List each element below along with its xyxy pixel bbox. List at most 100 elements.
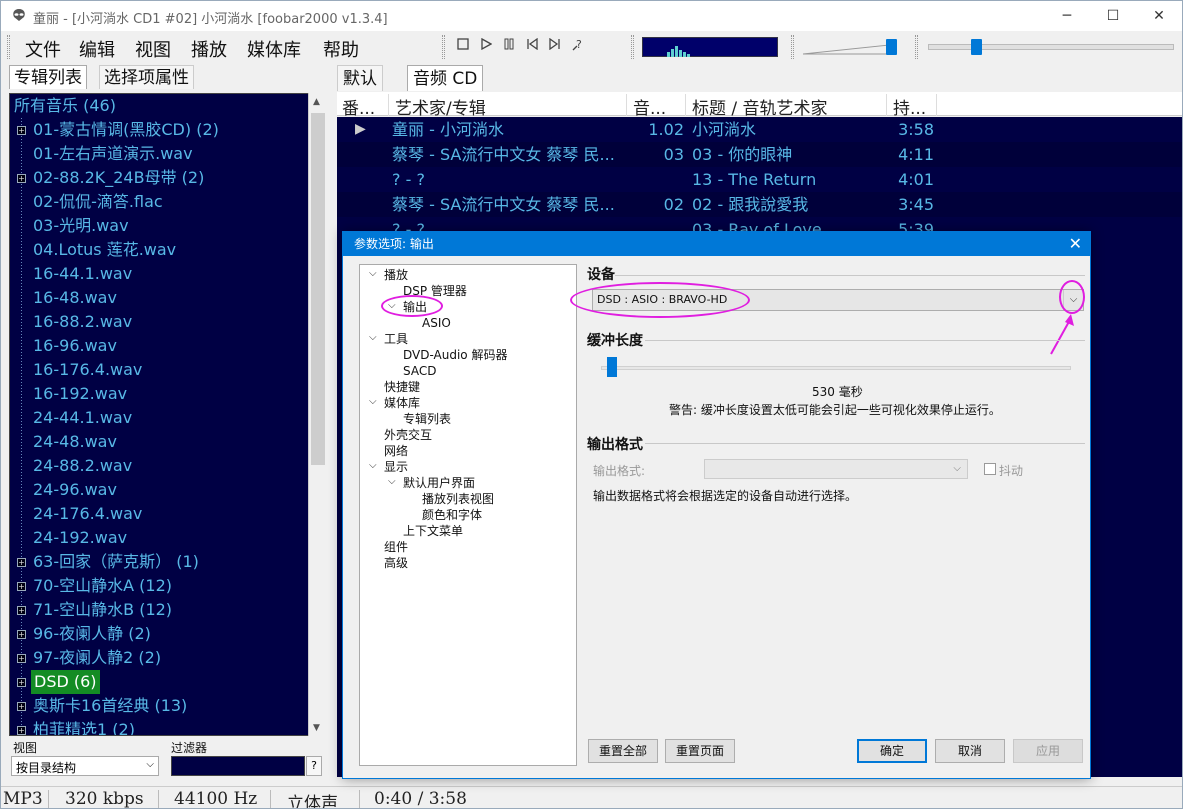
playlist-row[interactable]: 蔡琴 - SA流行中文女 蔡琴 民... 02 02 - 跟我說愛我 3:45 (337, 192, 1182, 217)
toolbar-grip[interactable] (791, 35, 794, 59)
tab-album-list[interactable]: 专辑列表 (9, 65, 87, 89)
tab-playlist-audio-cd[interactable]: 音频 CD (407, 65, 484, 91)
seek-bar[interactable] (928, 39, 1174, 55)
expand-icon[interactable]: + (17, 582, 26, 591)
preferences-tree-item[interactable]: 播放列表视图 (422, 491, 494, 507)
preferences-tree-item[interactable]: SACD (403, 363, 436, 379)
expand-icon[interactable]: + (17, 174, 26, 183)
column-header-duration[interactable]: 持... (888, 94, 937, 116)
preferences-tree-item[interactable]: 显示 (384, 459, 408, 475)
buffer-length-slider[interactable] (601, 366, 1071, 370)
seek-thumb[interactable] (971, 39, 982, 55)
output-format-select[interactable]: ⌵ (704, 459, 968, 479)
preferences-tree-item[interactable]: 媒体库 (384, 395, 420, 411)
preferences-tree-item[interactable]: DVD-Audio 解码器 (403, 347, 507, 363)
preferences-tree-item[interactable]: 网络 (384, 443, 408, 459)
stop-icon[interactable] (454, 38, 472, 56)
album-list-scrollbar[interactable]: ▲ ▼ (308, 93, 326, 736)
tree-item-label: 24-192.wav (33, 528, 128, 547)
expand-icon[interactable]: + (17, 558, 26, 567)
expand-icon[interactable]: + (17, 726, 26, 735)
menu-library[interactable]: 媒体库 (247, 36, 301, 62)
album-list-tree[interactable]: 所有音乐 (46) +01-蒙古情调(黑胶CD) (2) 01-左右声道演示.wav… (9, 93, 326, 736)
toolbar-grip[interactable] (631, 35, 634, 59)
playlist-row[interactable]: 蔡琴 - SA流行中文女 蔡琴 民... 03 03 - 你的眼神 4:11 (337, 142, 1182, 167)
scroll-up-icon[interactable]: ▲ (313, 97, 320, 107)
ok-button[interactable]: 确定 (857, 739, 927, 763)
tree-toggle-icon[interactable]: ⌵ (388, 476, 396, 487)
playlist-row[interactable]: ? - ? 13 - The Return 4:01 (337, 167, 1182, 192)
buffer-length-thumb[interactable] (607, 357, 617, 377)
tree-toggle-icon[interactable]: ⌵ (369, 460, 377, 471)
preferences-tree-item[interactable]: 播放 (384, 267, 408, 283)
tree-item-label: 柏菲精选1 (2) (33, 720, 135, 736)
apply-button[interactable]: 应用 (1013, 739, 1083, 763)
tree-toggle-icon[interactable]: ⌵ (369, 268, 377, 279)
preferences-tree-item[interactable]: 专辑列表 (403, 411, 451, 427)
preferences-tree-item[interactable]: 外壳交互 (384, 427, 432, 443)
preferences-tree[interactable]: ⌵ 播放 DSP 管理器 ⌵ 输出 ASIO ⌵ 工具 DVD-Audio 解码器 SACD 快捷键… (359, 264, 577, 766)
preferences-tree-item[interactable]: 组件 (384, 539, 408, 555)
tree-item-label: 01-蒙古情调(黑胶CD) (2) (33, 120, 219, 139)
annotation-arrow-icon (1050, 314, 1074, 355)
expand-icon[interactable]: + (17, 630, 26, 639)
close-icon[interactable]: ✕ (1136, 1, 1182, 31)
preferences-tree-item[interactable]: 默认用户界面 (403, 475, 475, 491)
expand-icon[interactable]: + (17, 678, 26, 687)
volume-thumb[interactable] (886, 39, 897, 55)
tree-toggle-icon[interactable]: ⌵ (369, 396, 377, 407)
maximize-icon[interactable]: ☐ (1090, 1, 1136, 31)
expand-icon[interactable]: + (17, 654, 26, 663)
view-label: 视图 (13, 741, 38, 755)
volume-slider[interactable] (802, 39, 903, 55)
playlist-cell-artist-album: 蔡琴 - SA流行中文女 蔡琴 民... (392, 195, 615, 214)
preferences-tree-item[interactable]: ASIO (422, 315, 451, 331)
preferences-tree-item[interactable]: 颜色和字体 (422, 507, 482, 523)
random-icon[interactable]: ? (569, 38, 587, 56)
cancel-button[interactable]: 取消 (935, 739, 1005, 763)
menu-view[interactable]: 视图 (135, 36, 171, 62)
minimize-icon[interactable]: ─ (1044, 1, 1090, 31)
menu-playback[interactable]: 播放 (191, 36, 227, 62)
toolbar-grip[interactable] (915, 35, 918, 59)
tab-playlist-default[interactable]: 默认 (337, 65, 383, 91)
pause-icon[interactable] (500, 38, 518, 56)
previous-icon[interactable] (523, 37, 541, 56)
filter-help-button[interactable]: ? (306, 756, 322, 776)
column-header-track[interactable]: 音... (628, 94, 686, 116)
scrollbar-thumb[interactable] (311, 113, 325, 465)
preferences-tree-item[interactable]: 工具 (384, 331, 408, 347)
column-header-artist-album[interactable]: 艺术家/专辑 (390, 94, 627, 116)
playlist-cell-duration: 3:45 (898, 195, 934, 214)
menu-file[interactable]: 文件 (25, 36, 61, 62)
tab-selection-properties[interactable]: 选择项属性 (99, 65, 194, 89)
dither-checkbox[interactable] (984, 463, 996, 475)
view-select[interactable]: 按目录结构 ⌵ (11, 756, 159, 776)
scroll-down-icon[interactable]: ▼ (313, 723, 320, 733)
reset-all-button[interactable]: 重置全部 (588, 739, 658, 763)
tree-item-label: 24-88.2.wav (33, 456, 133, 475)
expand-icon[interactable]: + (17, 606, 26, 615)
tree-item-label: 24-44.1.wav (33, 408, 133, 427)
tree-item-label: 01-左右声道演示.wav (33, 144, 193, 163)
preferences-tree-item[interactable]: 高级 (384, 555, 408, 571)
playlist-cell-title: 03 - 你的眼神 (692, 145, 793, 164)
highlight-ring (570, 282, 750, 318)
preferences-tree-item[interactable]: 快捷键 (384, 379, 420, 395)
column-header-index[interactable]: 番... (337, 94, 389, 116)
column-header-title[interactable]: 标题 / 音轨艺术家 (687, 94, 887, 116)
toolbar-grip[interactable] (7, 35, 10, 59)
preferences-tree-item[interactable]: 上下文菜单 (403, 523, 463, 539)
tree-toggle-icon[interactable]: ⌵ (369, 332, 377, 343)
toolbar-grip[interactable] (442, 35, 445, 59)
expand-icon[interactable]: + (17, 126, 26, 135)
play-icon[interactable] (477, 37, 495, 56)
expand-icon[interactable]: + (17, 702, 26, 711)
menu-edit[interactable]: 编辑 (79, 36, 115, 62)
next-icon[interactable] (546, 37, 564, 56)
menu-help[interactable]: 帮助 (323, 36, 359, 62)
dialog-close-icon[interactable]: ✕ (1069, 234, 1082, 254)
filter-input[interactable] (171, 756, 305, 776)
reset-page-button[interactable]: 重置页面 (665, 739, 735, 763)
playlist-row[interactable]: ▶ 童丽 - 小河淌水 1.02 小河淌水 3:58 (337, 117, 1182, 142)
